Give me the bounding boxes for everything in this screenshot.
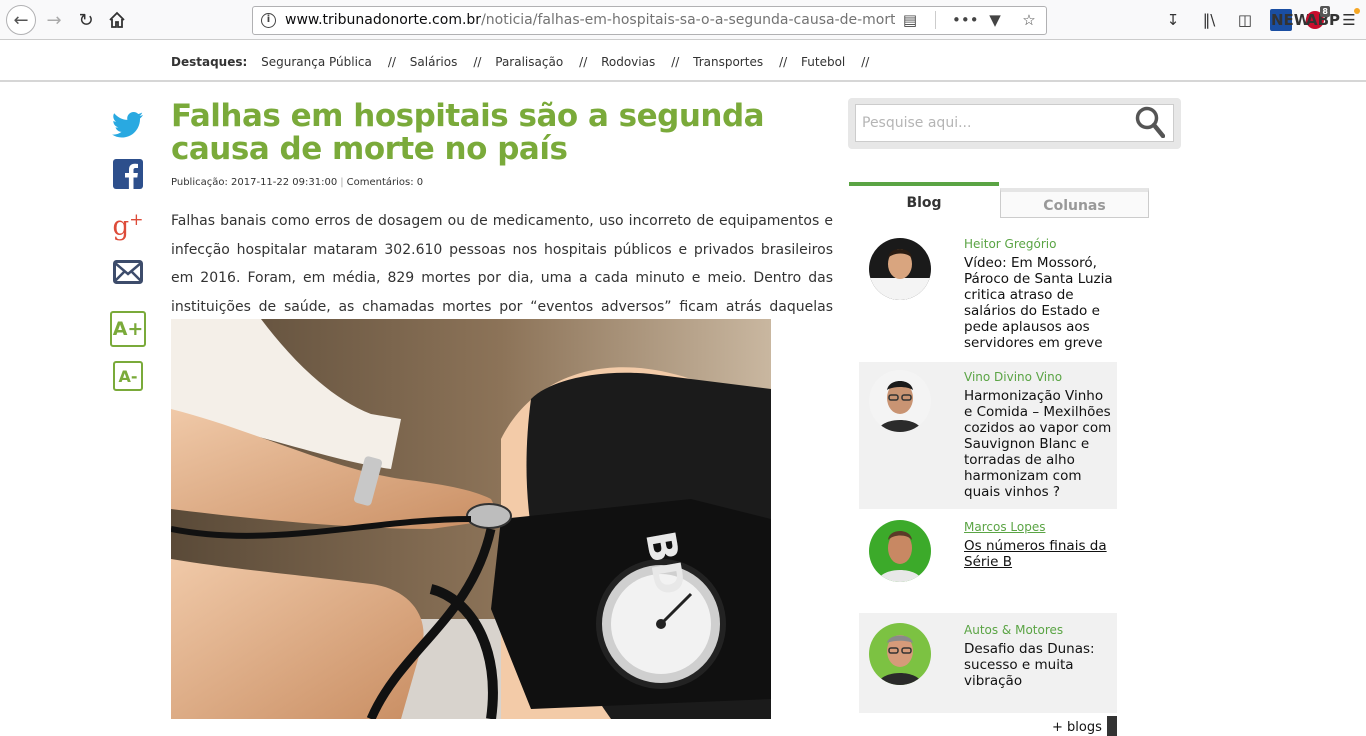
reload-icon: ↻ (78, 9, 94, 31)
home-icon (109, 11, 125, 28)
info-icon[interactable]: i (261, 13, 276, 28)
tab-colunas[interactable]: Colunas (1000, 188, 1149, 218)
blog-item[interactable]: Autos & Motores Desafio das Dunas: suces… (859, 613, 1117, 713)
separator: // (779, 55, 788, 69)
avatar (869, 370, 931, 432)
separator: // (473, 55, 482, 69)
google-plus-share-button[interactable]: g+ (110, 208, 146, 242)
new-extension-icon[interactable]: NEW (1270, 9, 1310, 31)
adblock-count: 8 (1320, 6, 1330, 17)
reload-button[interactable]: ↻ (72, 6, 100, 34)
search-box: Pesquise aqui... (848, 98, 1181, 149)
facebook-share-button[interactable] (110, 158, 146, 190)
separator: // (579, 55, 588, 69)
search-input[interactable]: Pesquise aqui... (855, 104, 1174, 142)
browser-toolbar: ← → ↻ i www.tribunadonorte.com.br/notici… (0, 0, 1366, 40)
url-text[interactable]: www.tribunadonorte.com.br/noticia/falhas… (285, 12, 895, 28)
highlight-link-salarios[interactable]: Salários (410, 55, 458, 69)
home-button[interactable] (103, 6, 131, 34)
divider (935, 11, 936, 29)
blog-item[interactable]: Heitor Gregório Vídeo: Em Mossoró, Pároc… (859, 230, 1117, 358)
highlight-link-rodovias[interactable]: Rodovias (601, 55, 655, 69)
library-icon[interactable]: ‖\ (1198, 11, 1220, 29)
search-button[interactable] (1135, 106, 1166, 142)
arrow-right-icon: → (46, 9, 62, 31)
article-photo: BD (171, 319, 771, 719)
blog-author[interactable]: Vino Divino Vino (964, 370, 1062, 384)
email-share-button[interactable] (110, 258, 146, 286)
tab-blog[interactable]: Blog (849, 182, 999, 218)
avatar (869, 238, 931, 300)
font-increase-button[interactable]: A+ (110, 311, 146, 347)
separator: // (387, 55, 396, 69)
google-plus-icon: g+ (112, 209, 144, 242)
adblock-icon[interactable]: ABP 8 (1306, 6, 1340, 29)
download-icon[interactable]: ↧ (1162, 11, 1184, 29)
url-bar[interactable]: i www.tribunadonorte.com.br/noticia/falh… (252, 6, 1047, 35)
separator: // (671, 55, 680, 69)
publication-date: Publicação: 2017-11-22 09:31:00 (171, 177, 338, 188)
more-blogs-link[interactable]: + blogs (1052, 720, 1102, 735)
blood-pressure-photo: BD (171, 319, 771, 719)
blog-author[interactable]: Autos & Motores (964, 623, 1063, 637)
avatar (869, 520, 931, 582)
highlights-label: Destaques: (171, 55, 248, 69)
reader-view-icon[interactable]: ▤ (901, 11, 919, 29)
twitter-icon (112, 112, 143, 138)
article-title: Falhas em hospitais são a segunda causa … (171, 98, 765, 167)
article-meta: Publicação: 2017-11-22 09:31:00 | Comentár… (171, 177, 423, 188)
back-button[interactable]: ← (6, 5, 36, 35)
blog-item[interactable]: Marcos Lopes Os números finais da Série … (859, 512, 1117, 602)
blog-author[interactable]: Marcos Lopes (964, 520, 1045, 534)
forward-button[interactable]: → (40, 6, 68, 34)
sidebar-icon[interactable]: ◫ (1234, 11, 1256, 29)
search-icon (1135, 106, 1166, 139)
separator: // (861, 55, 870, 69)
twitter-share-button[interactable] (110, 108, 146, 142)
arrow-left-icon: ← (13, 9, 29, 31)
more-blogs-bar (1107, 716, 1117, 736)
highlight-link-seguranca[interactable]: Segurança Pública (261, 55, 372, 69)
highlight-link-futebol[interactable]: Futebol (801, 55, 845, 69)
more-actions-icon[interactable]: ••• (952, 11, 979, 29)
font-decrease-button[interactable]: A- (113, 361, 143, 391)
blog-title[interactable]: Desafio das Dunas: sucesso e muita vibra… (964, 641, 1114, 689)
avatar (869, 623, 931, 685)
highlight-link-paralisacao[interactable]: Paralisação (495, 55, 563, 69)
highlight-link-transportes[interactable]: Transportes (693, 55, 763, 69)
comments-count[interactable]: Comentários: 0 (347, 177, 424, 188)
blog-title[interactable]: Os números finais da Série B (964, 538, 1114, 570)
hamburger-menu-icon[interactable]: ☰ (1338, 8, 1360, 29)
divider: | (340, 177, 344, 188)
email-icon (113, 260, 143, 284)
blog-title[interactable]: Harmonização Vinho e Comida – Mexilhões … (964, 388, 1114, 500)
pocket-icon[interactable]: ▼ (986, 11, 1004, 29)
blog-author[interactable]: Heitor Gregório (964, 237, 1056, 251)
facebook-icon (113, 159, 143, 189)
blog-tabs: Blog Colunas (849, 182, 1149, 218)
blog-item[interactable]: Vino Divino Vino Harmonização Vinho e Co… (859, 362, 1117, 509)
highlights-bar: Destaques: Segurança Pública // Salários /… (0, 41, 1366, 82)
bookmark-star-icon[interactable]: ☆ (1020, 11, 1038, 29)
blog-title[interactable]: Vídeo: Em Mossoró, Pároco de Santa Luzia… (964, 255, 1114, 351)
